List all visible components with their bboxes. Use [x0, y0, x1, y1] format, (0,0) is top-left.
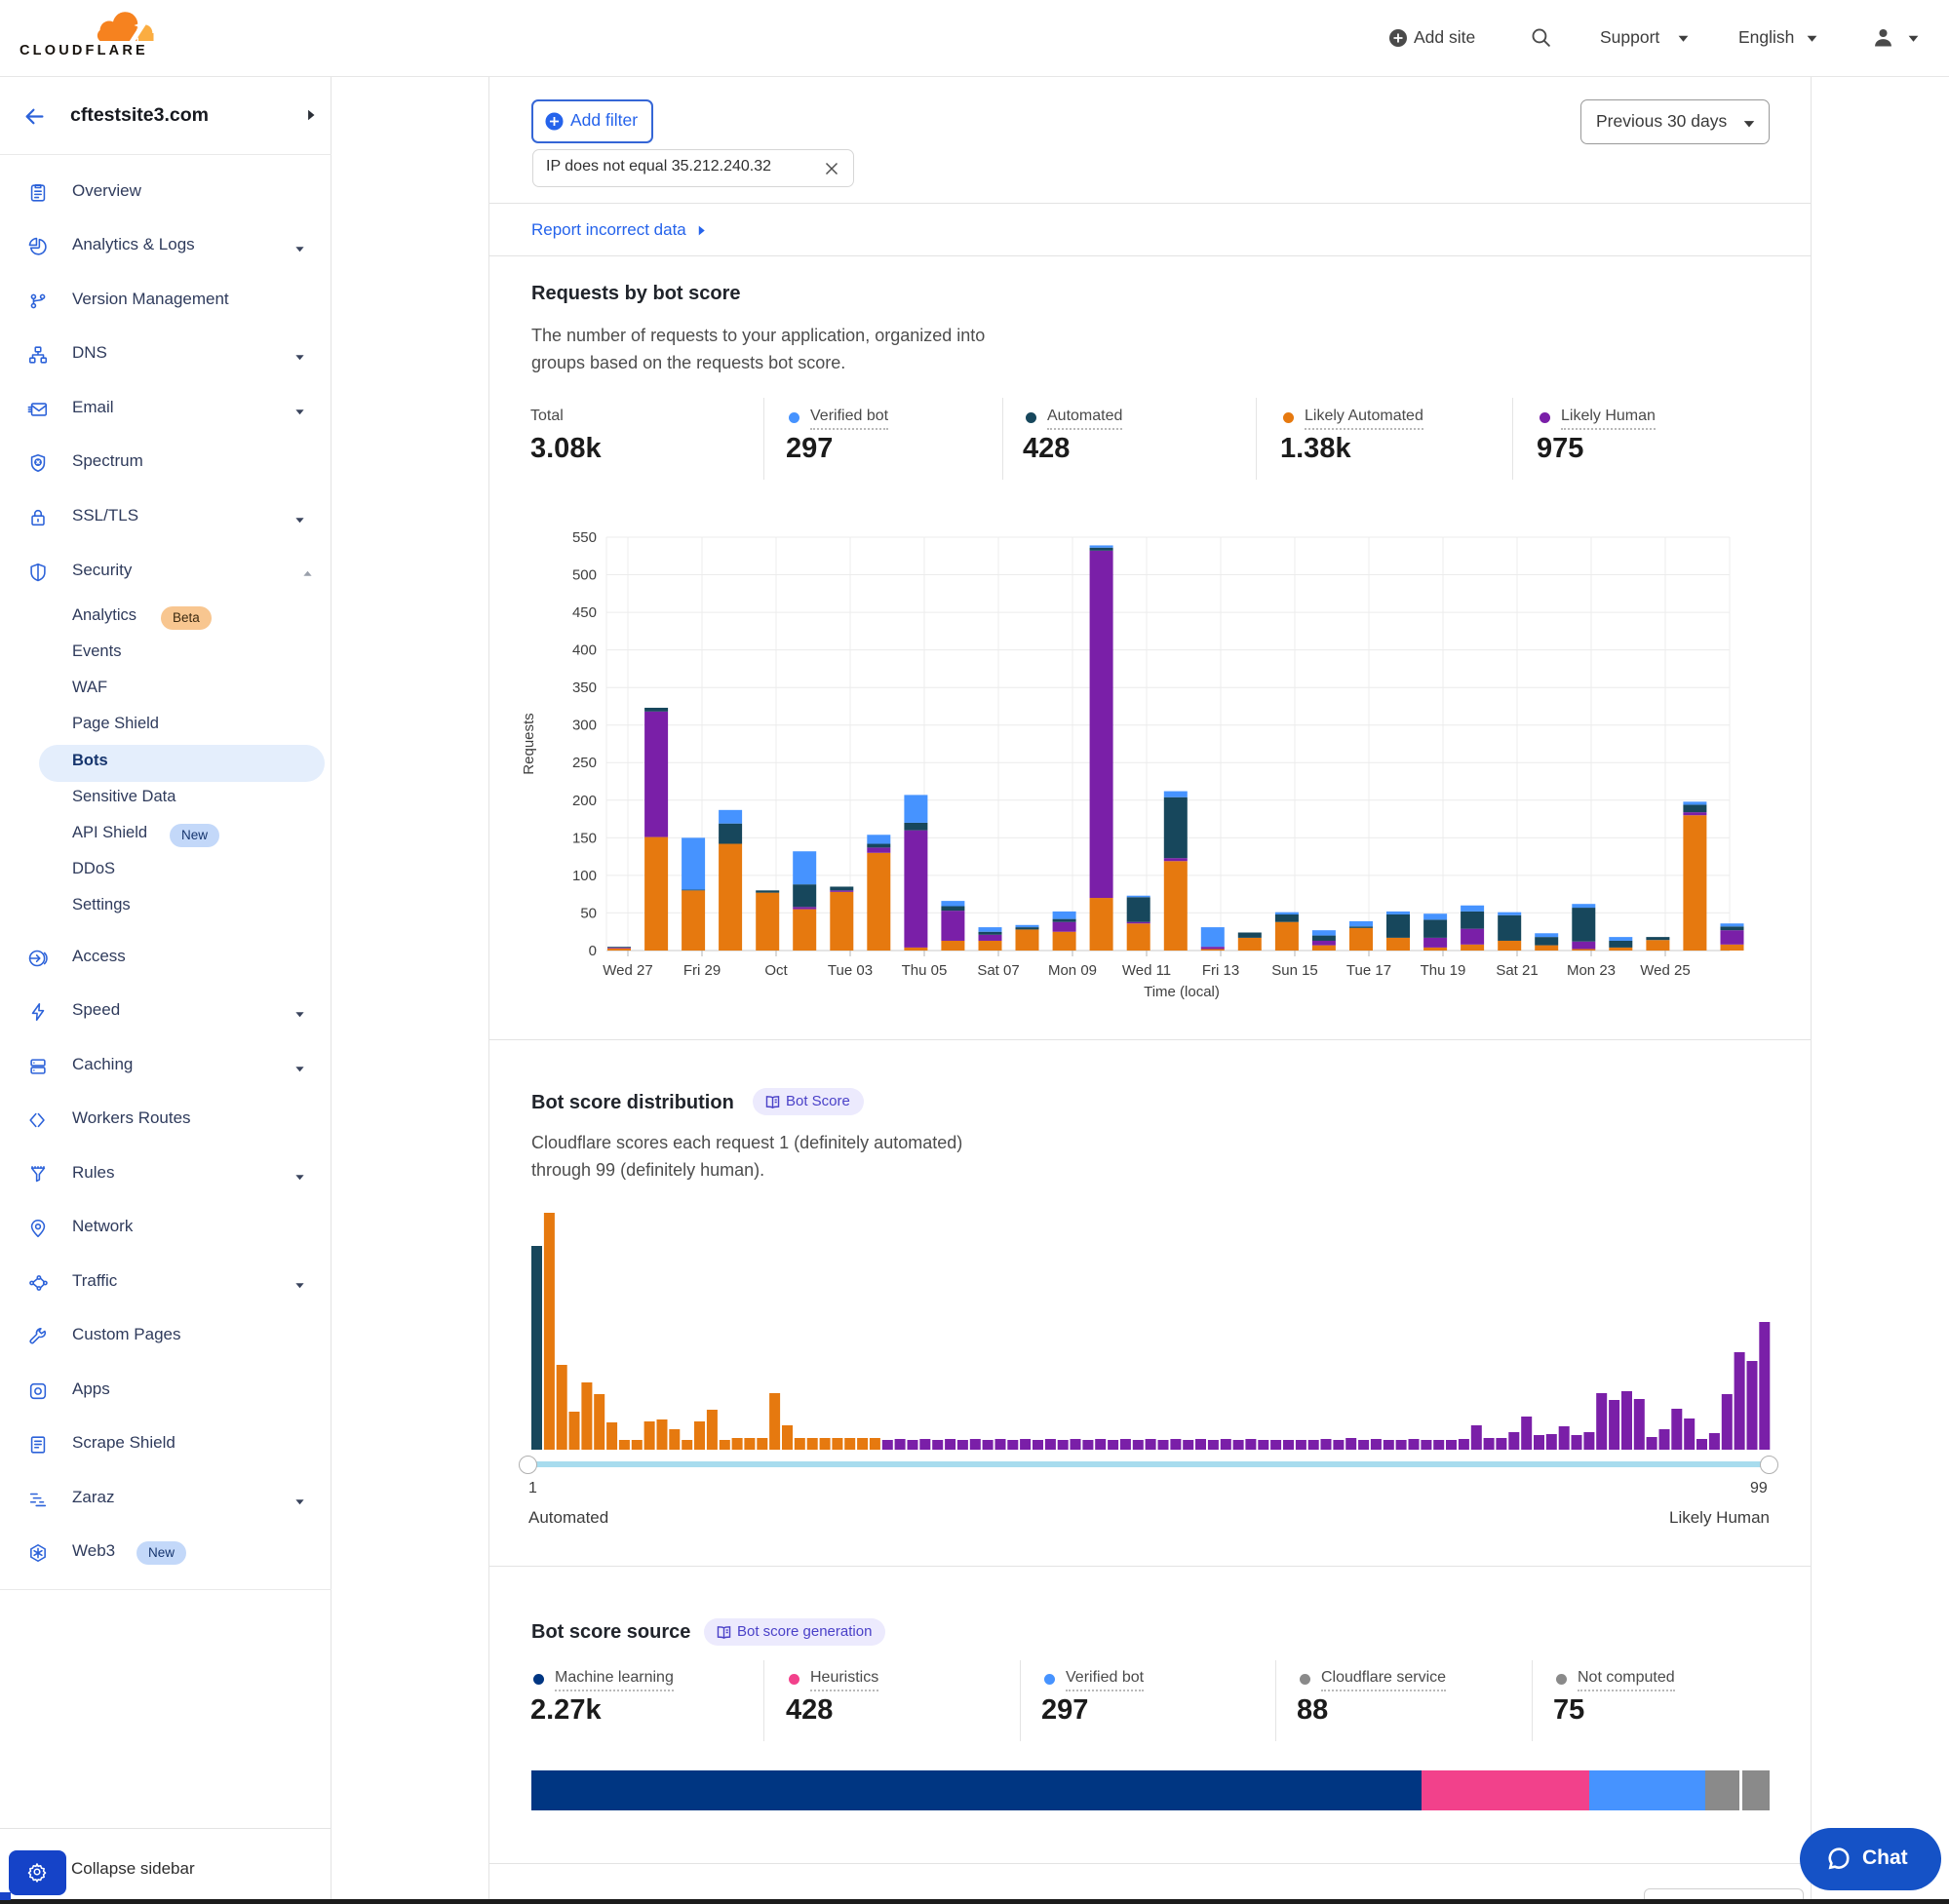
svg-text:200: 200	[572, 793, 597, 809]
svg-text:Mon 09: Mon 09	[1048, 962, 1097, 979]
svg-text:0: 0	[589, 943, 597, 959]
svg-text:Tue 03: Tue 03	[828, 962, 873, 979]
svg-text:450: 450	[572, 604, 597, 621]
svg-text:150: 150	[572, 830, 597, 846]
svg-text:Sun 15: Sun 15	[1271, 962, 1318, 979]
svg-text:Oct: Oct	[764, 962, 788, 979]
svg-text:Sat 07: Sat 07	[977, 962, 1019, 979]
svg-text:Fri 13: Fri 13	[1202, 962, 1239, 979]
svg-text:Sat 21: Sat 21	[1496, 962, 1538, 979]
svg-text:250: 250	[572, 755, 597, 771]
svg-text:500: 500	[572, 567, 597, 584]
svg-text:Fri 29: Fri 29	[683, 962, 721, 979]
svg-text:Thu 19: Thu 19	[1421, 962, 1466, 979]
svg-text:50: 50	[580, 905, 597, 921]
svg-text:400: 400	[572, 642, 597, 659]
svg-text:300: 300	[572, 718, 597, 734]
svg-text:100: 100	[572, 868, 597, 884]
svg-text:550: 550	[572, 529, 597, 546]
svg-text:Wed 27: Wed 27	[603, 962, 652, 979]
svg-text:Requests: Requests	[521, 713, 537, 774]
svg-text:Time (local): Time (local)	[1144, 984, 1220, 1000]
svg-text:Wed 11: Wed 11	[1122, 962, 1171, 979]
svg-text:Tue 17: Tue 17	[1346, 962, 1391, 979]
svg-text:Wed 25: Wed 25	[1640, 962, 1690, 979]
svg-text:350: 350	[572, 680, 597, 696]
svg-text:Thu 05: Thu 05	[902, 962, 948, 979]
svg-text:Mon 23: Mon 23	[1567, 962, 1616, 979]
